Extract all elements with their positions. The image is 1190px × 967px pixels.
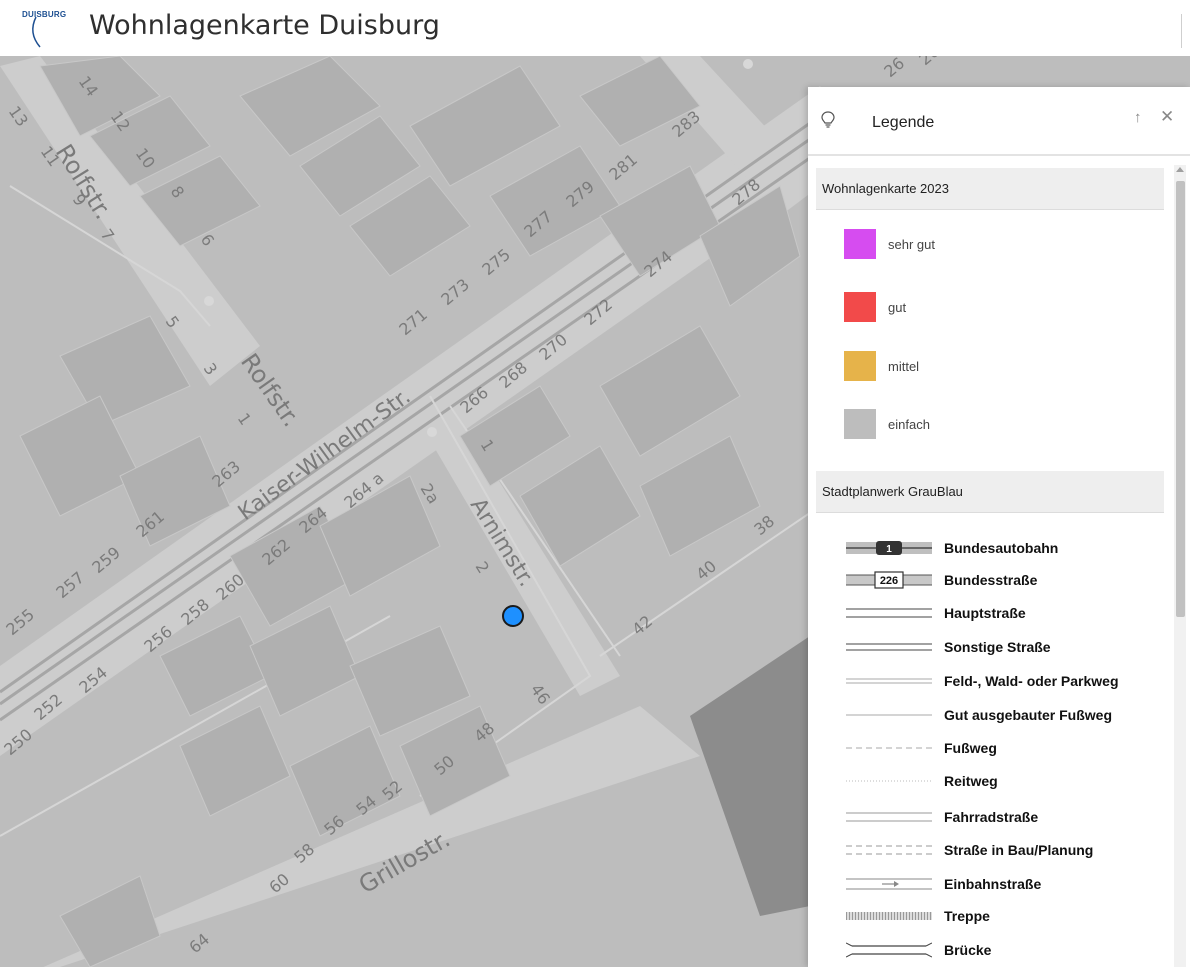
legend-item-label: Gut ausgebauter Fußweg (944, 707, 1113, 723)
header-divider (1181, 14, 1182, 48)
treppe-symbol (846, 912, 932, 920)
legend-panel: Legende ↑ ✕ Wohnlagenkarte 2023 sehr gut… (808, 87, 1190, 967)
house-number: 1 (234, 409, 255, 428)
legend-scrollbar[interactable] (1174, 165, 1186, 967)
legend-item-treppe: Treppe (846, 906, 1164, 926)
location-marker[interactable] (502, 605, 524, 627)
legend-item-label: Fahrradstraße (944, 809, 1039, 825)
large-building (690, 636, 810, 916)
house-number: 275 (478, 245, 514, 279)
einbahnstrasse-symbol (846, 878, 932, 890)
legend-item-bundesautobahn: 1 Bundesautobahn (846, 538, 1164, 558)
legend-item-label: Sonstige Straße (944, 639, 1051, 655)
color-swatch (844, 229, 876, 259)
color-swatch (844, 292, 876, 322)
bundesstrasse-badge: 226 (880, 575, 898, 587)
legend-item-label: Reitweg (944, 773, 998, 789)
legend-item-einbahnstrasse: Einbahnstraße (846, 874, 1164, 894)
legend-item-label: Straße in Bau/Planung (944, 842, 1094, 858)
legend-item-label: Einbahnstraße (944, 876, 1042, 892)
house-number: 38 (750, 511, 778, 539)
strasse-in-bau-symbol (846, 845, 932, 855)
legend-item-strasse-in-bau: Straße in Bau/Planung (846, 840, 1164, 860)
legend-item-label: Fußweg (944, 740, 997, 756)
app-header: DUISBURG Wohnlagenkarte Duisburg (0, 0, 1190, 56)
legend-item-label: Bundesautobahn (944, 540, 1059, 556)
arrow-up-icon[interactable]: ↑ (1134, 109, 1142, 126)
house-number: 271 (395, 305, 431, 339)
house-number: 64 (185, 929, 213, 957)
bundesstrasse-symbol: 226 (846, 571, 932, 589)
sonstige-strasse-symbol (846, 643, 932, 651)
legend-item-bruecke: Brücke (846, 940, 1164, 960)
legend-item-label: einfach (888, 417, 930, 432)
legend-item-reitweg: Reitweg (846, 771, 1164, 791)
legend-item-hauptstrasse: Hauptstraße (846, 603, 1164, 623)
section-header-stadtplanwerk: Stadtplanwerk GrauBlau (816, 471, 1164, 513)
legend-item-label: mittel (888, 359, 920, 374)
legend-item-label: Treppe (944, 908, 990, 924)
scroll-up-arrow-icon[interactable] (1176, 167, 1184, 172)
house-number: 20 (915, 56, 943, 69)
autobahn-badge: 1 (886, 544, 892, 555)
legend-item-fussweg-ausgebaut: Gut ausgebauter Fußweg (846, 705, 1164, 725)
legend-item-label: gut (888, 300, 907, 315)
legend-item-sonstige-strasse: Sonstige Straße (846, 637, 1164, 657)
house-number: 2 (472, 558, 494, 577)
legend-item-label: sehr gut (888, 237, 935, 252)
house-number: 255 (2, 605, 38, 639)
legend-item-label: Brücke (944, 942, 992, 958)
color-swatch (844, 351, 876, 381)
reitweg-symbol (846, 780, 932, 782)
house-number: 259 (88, 543, 124, 577)
fussweg-ausgebaut-symbol (846, 714, 932, 716)
close-icon[interactable]: ✕ (1160, 107, 1174, 127)
house-number: 257 (52, 568, 88, 602)
color-swatch (844, 409, 876, 439)
hauptstrasse-symbol (846, 608, 932, 618)
legend-item-fussweg: Fußweg (846, 738, 1164, 758)
legend-item-bundesstrasse: 226 Bundesstraße (846, 570, 1164, 590)
legend-item-label: Hauptstraße (944, 605, 1026, 621)
legend-item-fahrradstrasse: Fahrradstraße (846, 807, 1164, 827)
house-number: 273 (437, 275, 473, 309)
fussweg-symbol (846, 747, 932, 749)
legend-item-feldweg: Feld-, Wald- oder Parkweg (846, 671, 1164, 691)
duisburg-logo[interactable]: DUISBURG (22, 7, 72, 48)
scrollbar-thumb[interactable] (1176, 181, 1185, 617)
page-title: Wohnlagenkarte Duisburg (89, 10, 440, 41)
section-header-wohnlagen: Wohnlagenkarte 2023 (816, 168, 1164, 210)
lightbulb-icon (821, 111, 835, 128)
legend-body: Wohnlagenkarte 2023 sehr gut gut mittel … (808, 156, 1164, 967)
legend-item-label: Bundesstraße (944, 572, 1038, 588)
house-number: 281 (605, 150, 641, 184)
logo-arc-icon (32, 16, 41, 48)
house-number: 40 (692, 556, 720, 584)
legend-item-label: Feld-, Wald- oder Parkweg (944, 673, 1119, 689)
bruecke-symbol (846, 942, 932, 958)
feldweg-symbol (846, 678, 932, 684)
autobahn-symbol: 1 (846, 541, 932, 555)
legend-title: Legende (872, 114, 935, 131)
fahrradstrasse-symbol (846, 812, 932, 822)
house-number: 26 (880, 56, 908, 81)
legend-header: Legende ↑ ✕ (808, 87, 1190, 156)
